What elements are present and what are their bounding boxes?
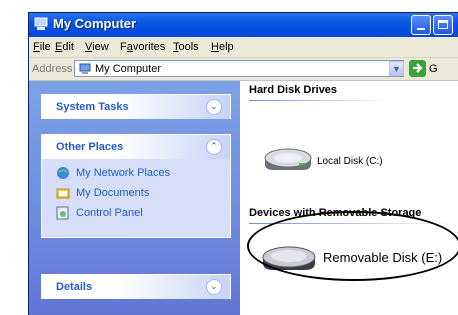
control-panel-icon [56, 206, 69, 220]
menu-view[interactable]: View [85, 41, 109, 53]
menu-tools[interactable]: Tools [173, 41, 199, 53]
my-computer-icon [79, 63, 91, 74]
maximize-button[interactable] [433, 15, 453, 35]
link-label: Control Panel [76, 207, 143, 219]
other-places-panel: Other Places ⌃ My Network Places My Docu… [41, 134, 231, 238]
network-places-icon [57, 167, 69, 179]
system-tasks-panel: System Tasks ⌄ [41, 94, 231, 119]
title-bar[interactable]: My Computer [29, 13, 458, 37]
maximize-icon [438, 20, 448, 29]
menu-help[interactable]: Help [211, 41, 234, 53]
address-dropdown-button[interactable]: ▼ [389, 61, 404, 76]
address-bar: Address My Computer ▼ G [29, 58, 458, 81]
address-label: Address [32, 63, 73, 75]
menu-bar: File Edit View Favorites Tools Help [29, 37, 458, 58]
menu-edit[interactable]: Edit [55, 41, 74, 53]
chevron-down-icon: ▼ [392, 64, 401, 74]
details-header[interactable]: Details ⌄ [42, 275, 230, 299]
group-header-hard-disks: Hard Disk Drives [249, 84, 338, 96]
link-label: My Documents [76, 187, 150, 199]
address-value: My Computer [95, 63, 162, 75]
task-pane: System Tasks ⌄ Other Places ⌃ My Network… [29, 81, 240, 315]
arrow-right-icon [413, 63, 423, 73]
minimize-icon [417, 28, 425, 30]
drive-label: Local Disk (C:) [317, 156, 383, 167]
menu-favorites[interactable]: Favorites [120, 41, 165, 53]
other-places-header[interactable]: Other Places ⌃ [42, 135, 230, 159]
system-tasks-header[interactable]: System Tasks ⌄ [42, 95, 230, 119]
hard-disk-icon [264, 148, 312, 170]
expand-icon[interactable]: ⌄ [206, 99, 222, 115]
details-panel: Details ⌄ [41, 274, 231, 299]
menu-file[interactable]: File [33, 41, 51, 53]
folder-icon [56, 188, 70, 199]
window-title: My Computer [53, 16, 137, 31]
go-button[interactable] [409, 60, 426, 77]
minimize-button[interactable] [411, 15, 431, 35]
collapse-icon[interactable]: ⌃ [206, 139, 222, 155]
other-places-title: Other Places [56, 141, 124, 153]
address-field[interactable]: My Computer [74, 60, 404, 77]
highlight-ellipse [247, 211, 458, 281]
go-label: G [429, 63, 438, 75]
expand-icon[interactable]: ⌄ [206, 279, 222, 295]
group-divider [249, 100, 389, 101]
my-computer-icon [34, 17, 48, 30]
link-label: My Network Places [76, 167, 171, 179]
details-title: Details [56, 281, 93, 293]
system-tasks-title: System Tasks [56, 101, 129, 113]
